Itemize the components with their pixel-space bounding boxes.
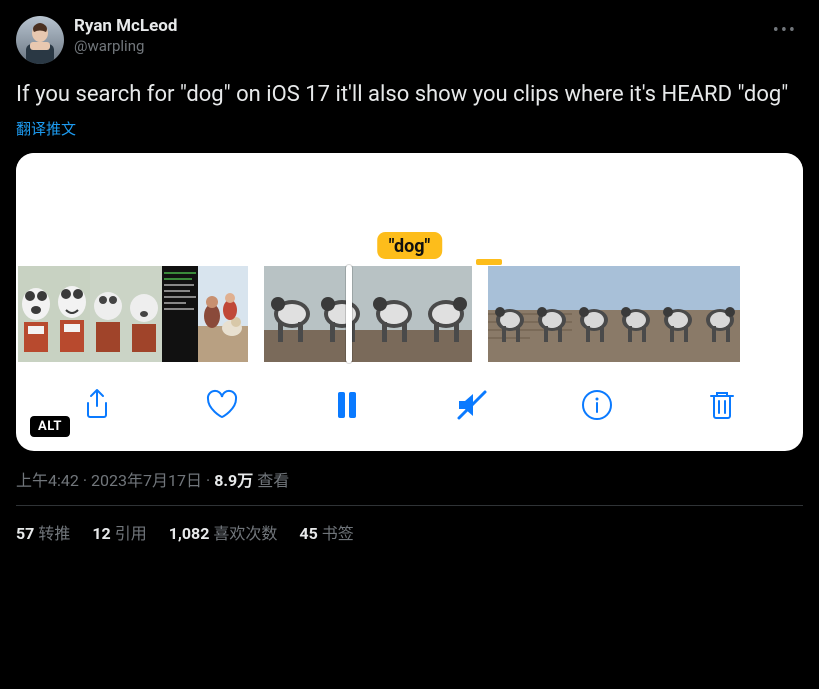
video-timeline[interactable]: [16, 265, 803, 363]
heart-icon: [205, 388, 239, 422]
clip-group-3: [488, 266, 740, 362]
thumbnail: [162, 266, 198, 362]
share-icon: [80, 388, 114, 422]
thumbnail: [54, 266, 90, 362]
display-name: Ryan McLeod: [74, 16, 177, 37]
thumbnail: [698, 266, 740, 362]
delete-button[interactable]: [700, 383, 744, 427]
avatar[interactable]: [16, 16, 64, 64]
thumbnail: [614, 266, 656, 362]
thumbnail: [488, 266, 530, 362]
speaker-muted-icon: [455, 388, 489, 422]
media-top-area: "dog": [16, 153, 803, 265]
bookmarks-stat[interactable]: 45书签: [299, 520, 353, 544]
tweet-date[interactable]: 2023年7月17日: [91, 467, 202, 491]
tweet-time[interactable]: 上午4:42: [16, 467, 79, 491]
thumbnail: [18, 266, 54, 362]
views-count: 8.9万: [214, 467, 253, 491]
pause-button[interactable]: [325, 383, 369, 427]
more-options-button[interactable]: •••: [767, 14, 803, 47]
thumbnail: [264, 266, 316, 362]
info-icon: [580, 388, 614, 422]
tweet-text: If you search for "dog" on iOS 17 it'll …: [16, 80, 803, 110]
thumbnail: [530, 266, 572, 362]
thumbnail: [420, 266, 472, 362]
media-attachment[interactable]: "dog": [16, 153, 803, 451]
translate-link[interactable]: 翻译推文: [16, 118, 803, 139]
media-toolbar: [16, 363, 803, 451]
handle: @warpling: [74, 37, 177, 56]
views-label: 查看: [257, 467, 289, 491]
thumbnail: [90, 266, 126, 362]
trash-icon: [705, 388, 739, 422]
thumbnail: [368, 266, 420, 362]
info-button[interactable]: [575, 383, 619, 427]
thumbnail: [126, 266, 162, 362]
search-term-badge: "dog": [377, 232, 443, 259]
clip-group-2: [264, 266, 472, 362]
quotes-stat[interactable]: 12引用: [92, 520, 146, 544]
thumbnail: [572, 266, 614, 362]
tweet-container: ••• Ryan McLeod @warpling If you search …: [0, 0, 819, 544]
clip-group-1: [18, 266, 248, 362]
mute-button[interactable]: [450, 383, 494, 427]
playhead[interactable]: [346, 265, 352, 363]
tweet-header: Ryan McLeod @warpling: [16, 16, 803, 64]
author-block[interactable]: Ryan McLeod @warpling: [74, 16, 177, 56]
tweet-meta: 上午4:42 · 2023年7月17日 · 8.9万 查看: [16, 467, 803, 491]
thumbnail: [656, 266, 698, 362]
thumbnail: [198, 266, 248, 362]
like-button[interactable]: [200, 383, 244, 427]
pause-icon: [330, 388, 364, 422]
divider: [16, 505, 803, 506]
thumbnail: [316, 266, 368, 362]
retweets-stat[interactable]: 57转推: [16, 520, 70, 544]
share-button[interactable]: [75, 383, 119, 427]
alt-badge[interactable]: ALT: [30, 416, 70, 437]
stats-row: 57转推 12引用 1,082喜欢次数 45书签: [16, 520, 803, 544]
likes-stat[interactable]: 1,082喜欢次数: [169, 520, 278, 544]
timeline-marker: [476, 259, 502, 265]
